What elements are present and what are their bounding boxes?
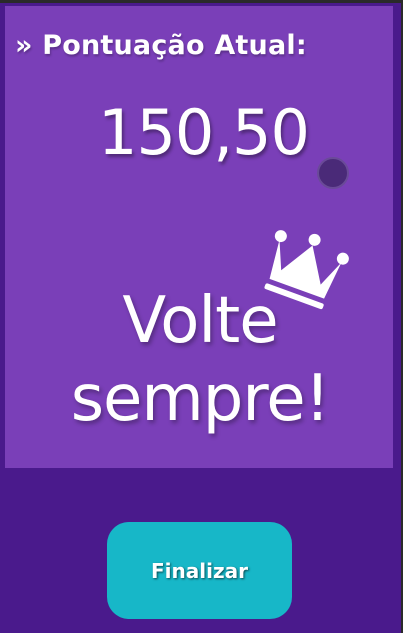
screen-frame: » Pontuação Atual: 150,50 Volte sempre! …	[0, 0, 403, 633]
dot-marker	[317, 157, 349, 189]
score-value: 150,50	[98, 96, 310, 169]
score-card: » Pontuação Atual: 150,50 Volte sempre!	[5, 6, 393, 468]
farewell-message: Volte sempre!	[35, 283, 365, 439]
score-title: » Pontuação Atual:	[15, 30, 307, 61]
farewell-line-2: sempre!	[70, 362, 331, 436]
farewell-line-1: Volte	[122, 284, 278, 358]
finish-button[interactable]: Finalizar	[107, 522, 292, 619]
